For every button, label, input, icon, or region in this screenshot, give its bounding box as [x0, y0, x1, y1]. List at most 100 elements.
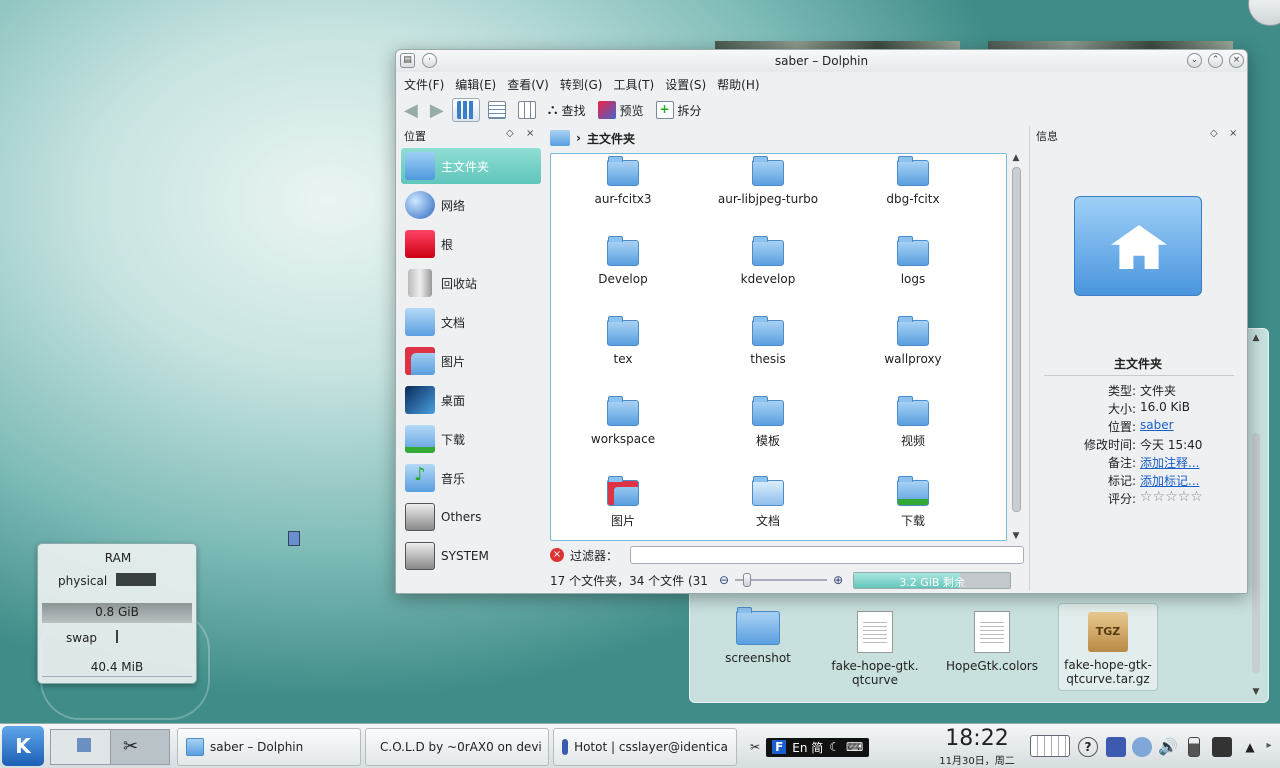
- split-button[interactable]: + 拆分: [652, 98, 706, 122]
- file-item[interactable]: Develop: [553, 236, 693, 286]
- scroll-down-icon[interactable]: ▼: [1010, 531, 1022, 541]
- file-item[interactable]: wallproxy: [843, 316, 983, 366]
- desktop-file-qtcurve[interactable]: fake-hope-gtk. qtcurve: [825, 611, 925, 687]
- clear-filter-icon[interactable]: ×: [550, 548, 564, 562]
- preview-icon: [597, 101, 616, 119]
- scroll-up-icon[interactable]: ▲: [1010, 153, 1022, 163]
- info-row-size: 大小: 16.0 KiB: [1107, 400, 1190, 416]
- file-view[interactable]: aur-fcitx3 aur-libjpeg-turbo dbg-fcitx D…: [550, 153, 1007, 541]
- forward-button[interactable]: ▶: [426, 98, 448, 122]
- menu-view[interactable]: 查看(V): [505, 74, 558, 94]
- file-item[interactable]: workspace: [553, 396, 693, 446]
- pager-desktop-1[interactable]: [51, 730, 111, 764]
- info-row-location: 位置: saber: [1107, 418, 1174, 434]
- place-network[interactable]: 网络: [401, 187, 541, 223]
- info-row-type: 类型: 文件夹: [1107, 384, 1177, 398]
- file-item[interactable]: 下载: [843, 476, 983, 529]
- add-tags-link[interactable]: 添加标记...: [1140, 472, 1199, 489]
- keyboard-layout-icon[interactable]: [1030, 735, 1070, 757]
- menu-file[interactable]: 文件(F): [402, 74, 453, 94]
- file-item[interactable]: aur-libjpeg-turbo: [698, 156, 838, 206]
- desktop-file-colors[interactable]: HopeGtk.colors: [942, 611, 1042, 673]
- float-button[interactable]: ◇: [1210, 128, 1218, 139]
- back-button[interactable]: ◀: [400, 98, 422, 122]
- file-item[interactable]: 文档: [698, 476, 838, 529]
- task-dolphin[interactable]: saber – Dolphin: [177, 728, 361, 766]
- file-item[interactable]: kdevelop: [698, 236, 838, 286]
- place-trash[interactable]: 回收站: [401, 265, 541, 301]
- cashew-icon[interactable]: [1248, 0, 1280, 26]
- file-item[interactable]: tex: [553, 316, 693, 366]
- place-music[interactable]: ♪ 音乐: [401, 460, 541, 496]
- float-button[interactable]: ◇: [506, 128, 514, 139]
- menu-settings[interactable]: 设置(S): [663, 74, 715, 94]
- menu-edit[interactable]: 编辑(E): [453, 74, 505, 94]
- file-item[interactable]: thesis: [698, 316, 838, 366]
- rating-stars[interactable]: ☆☆☆☆☆: [1140, 490, 1203, 504]
- zoom-out-icon[interactable]: ⊖: [719, 573, 729, 587]
- place-home[interactable]: 主文件夹: [401, 148, 541, 184]
- task-firefox[interactable]: C.O.L.D by ~0rAX0 on devi: [365, 728, 549, 766]
- grid-icon: [456, 101, 475, 119]
- home-breadcrumb-icon[interactable]: [550, 130, 570, 146]
- file-item[interactable]: dbg-fcitx: [843, 156, 983, 206]
- panel-toolbox[interactable]: ▸: [1262, 736, 1276, 756]
- title-bar[interactable]: ▤ · saber – Dolphin ⌄ ⌃ ×: [396, 50, 1247, 72]
- help-icon[interactable]: ?: [1078, 737, 1098, 757]
- zoom-in-icon[interactable]: ⊕: [833, 573, 843, 587]
- desktop-small-icon[interactable]: [288, 531, 300, 546]
- panel-close-button[interactable]: ×: [1229, 128, 1237, 139]
- status-bar: 17 个文件夹，34 个文件 (31 ⊖ ⊕ 3.2 GiB 剩余: [550, 570, 1024, 590]
- place-root[interactable]: 根: [401, 226, 541, 262]
- file-item[interactable]: 图片: [553, 476, 693, 529]
- add-comment-link[interactable]: 添加注释...: [1140, 454, 1199, 471]
- file-item[interactable]: 视频: [843, 396, 983, 449]
- desktop-file-screenshot[interactable]: screenshot: [708, 607, 808, 665]
- home-folder-preview-icon: [1074, 196, 1202, 296]
- ime-toolbar[interactable]: ✂ F En 简 ☾ ⌨: [746, 737, 908, 757]
- kde-menu-button[interactable]: K: [2, 726, 44, 766]
- pager-desktop-2[interactable]: ✂: [111, 730, 169, 764]
- menu-help[interactable]: 帮助(H): [715, 74, 768, 94]
- minimize-button[interactable]: ⌄: [1187, 53, 1202, 68]
- ram-title: RAM: [104, 551, 132, 565]
- clock[interactable]: 18:22 11月30日，周二: [928, 726, 1026, 767]
- place-pictures[interactable]: 图片: [401, 343, 541, 379]
- details-view-button[interactable]: [484, 98, 510, 122]
- expand-tray-icon[interactable]: ▲: [1240, 737, 1260, 757]
- scroll-thumb[interactable]: [1012, 167, 1021, 512]
- location-link[interactable]: saber: [1140, 418, 1174, 432]
- hotot-tray-icon[interactable]: [1106, 737, 1126, 757]
- place-system[interactable]: SYSTEM: [401, 538, 541, 574]
- volume-icon[interactable]: 🔊: [1158, 737, 1178, 757]
- filter-input[interactable]: [630, 546, 1024, 564]
- place-others[interactable]: Others: [401, 499, 541, 535]
- place-desktop[interactable]: 桌面: [401, 382, 541, 418]
- folder-view-scrollbar[interactable]: ▲ ▼: [1250, 333, 1262, 697]
- task-hotot[interactable]: Hotot | csslayer@identica: [553, 728, 737, 766]
- menu-go[interactable]: 转到(G): [558, 74, 612, 94]
- battery-icon[interactable]: [1188, 737, 1200, 757]
- place-documents[interactable]: 文档: [401, 304, 541, 340]
- close-button[interactable]: ×: [1229, 53, 1244, 68]
- place-downloads[interactable]: 下载: [401, 421, 541, 457]
- menu-tools[interactable]: 工具(T): [611, 74, 663, 94]
- find-button[interactable]: ⛬ 查找: [544, 98, 590, 122]
- breadcrumb-home[interactable]: 主文件夹: [587, 130, 635, 147]
- file-item[interactable]: 模板: [698, 396, 838, 449]
- file-item[interactable]: aur-fcitx3: [553, 156, 693, 206]
- file-item[interactable]: logs: [843, 236, 983, 286]
- maximize-button[interactable]: ⌃: [1208, 53, 1223, 68]
- printer-icon[interactable]: [1212, 737, 1232, 757]
- preview-button[interactable]: 预览: [594, 98, 648, 122]
- panel-close-button[interactable]: ×: [526, 128, 534, 139]
- icons-view-button[interactable]: [451, 98, 480, 122]
- network-tray-icon[interactable]: [1132, 737, 1152, 757]
- columns-view-button[interactable]: [514, 98, 540, 122]
- menu-bar: 文件(F) 编辑(E) 查看(V) 转到(G) 工具(T) 设置(S) 帮助(H…: [402, 74, 769, 94]
- zoom-slider-handle[interactable]: [743, 573, 752, 587]
- file-view-scrollbar[interactable]: ▲ ▼: [1010, 153, 1022, 541]
- zoom-slider[interactable]: [735, 573, 828, 587]
- folder-icon: [752, 316, 784, 346]
- desktop-file-targz[interactable]: TGZ fake-hope-gtk- qtcurve.tar.gz: [1058, 603, 1158, 691]
